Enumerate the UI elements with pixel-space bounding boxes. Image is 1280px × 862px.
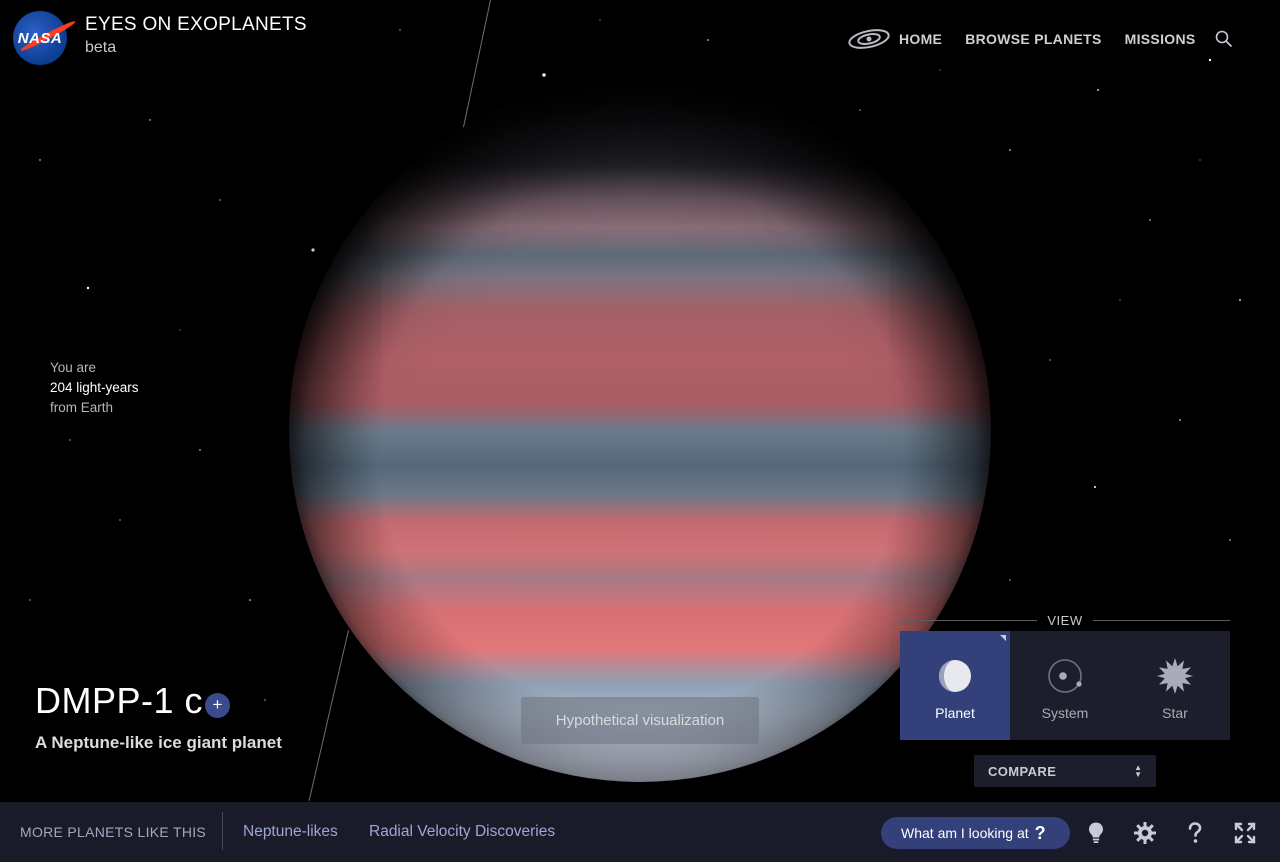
planet-visualization[interactable] <box>289 80 991 782</box>
app-title[interactable]: EYES ON EXOPLANETS <box>85 14 307 36</box>
nasa-logo[interactable]: NASA <box>13 11 77 65</box>
hypothetical-visualization-label: Hypothetical visualization <box>521 697 759 744</box>
nav-browse-planets[interactable]: BROWSE PLANETS <box>965 31 1101 47</box>
settings-icon[interactable] <box>1133 821 1157 845</box>
compare-dropdown[interactable]: COMPARE ▲ ▼ <box>974 755 1156 787</box>
bottom-bar: MORE PLANETS LIKE THIS Neptune-likes Rad… <box>0 802 1280 862</box>
view-planet-button[interactable]: Planet <box>900 631 1010 740</box>
what-label: What am I looking at <box>901 825 1029 841</box>
view-header: VIEW <box>900 611 1231 629</box>
more-planets-label: MORE PLANETS LIKE THIS <box>20 824 207 840</box>
view-label: VIEW <box>1047 612 1083 628</box>
help-icon[interactable] <box>1183 821 1207 845</box>
distance-readout: You are 204 light-years from Earth <box>50 358 139 418</box>
add-planet-button[interactable]: + <box>205 693 230 718</box>
view-system-label: System <box>1041 705 1089 721</box>
system-icon <box>1048 659 1082 693</box>
corner-indicator <box>1000 635 1006 641</box>
neptune-likes-link[interactable]: Neptune-likes <box>243 823 338 841</box>
planet-name: DMPP-1 c <box>35 680 204 721</box>
question-icon: ? <box>1034 822 1046 843</box>
fullscreen-icon[interactable] <box>1233 821 1257 845</box>
top-nav: HOME BROWSE PLANETS MISSIONS <box>848 28 1233 50</box>
galaxy-icon[interactable] <box>848 28 890 50</box>
nav-home[interactable]: HOME <box>899 31 942 47</box>
nav-missions[interactable]: MISSIONS <box>1125 31 1196 47</box>
lightbulb-icon[interactable] <box>1084 821 1108 845</box>
what-am-i-looking-at-button[interactable]: What am I looking at ? <box>881 817 1070 849</box>
star-icon <box>1157 658 1193 694</box>
view-planet-label: Planet <box>935 705 975 721</box>
view-star-label: Star <box>1162 705 1188 721</box>
distance-value: 204 light-years <box>50 380 139 395</box>
view-selector: Planet System Star <box>900 631 1230 740</box>
divider <box>222 812 223 850</box>
distance-line-1: You are <box>50 360 97 375</box>
compare-label: COMPARE <box>988 763 1057 779</box>
app-subtitle: beta <box>85 39 117 56</box>
view-system-button[interactable]: System <box>1010 631 1120 740</box>
search-icon[interactable] <box>1215 30 1233 48</box>
sort-arrows-icon: ▲ ▼ <box>1134 763 1142 779</box>
planet-description: A Neptune-like ice giant planet <box>35 733 282 752</box>
nasa-logo-text: NASA <box>17 29 63 47</box>
radial-velocity-link[interactable]: Radial Velocity Discoveries <box>369 823 555 841</box>
divider <box>1092 619 1231 621</box>
divider <box>900 619 1038 621</box>
planet-icon <box>939 660 971 692</box>
distance-line-3: from Earth <box>50 400 114 415</box>
view-star-button[interactable]: Star <box>1120 631 1230 740</box>
